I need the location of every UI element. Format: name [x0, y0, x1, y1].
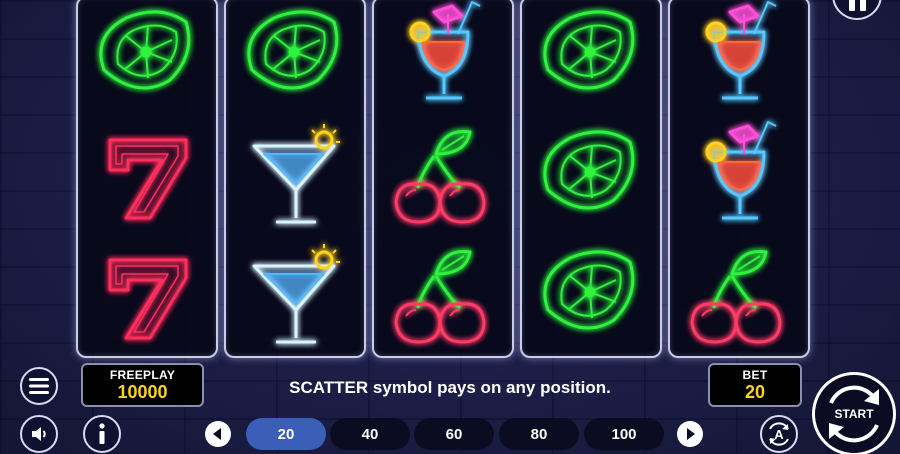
reel-2-row-1 [226, 0, 364, 116]
cocktail-symbol-icon [705, 1, 777, 100]
reel-2-row-2 [226, 118, 364, 236]
start-label: START [834, 407, 874, 421]
bet-option-label: 100 [611, 425, 637, 443]
bet-option-4[interactable]: 80 [499, 418, 579, 450]
reel-1-row-1 [78, 0, 216, 116]
reel-4-row-3 [522, 238, 660, 356]
menu-button[interactable] [20, 367, 58, 405]
freeplay-display: FREEPLAY 10000 [81, 363, 204, 407]
lime-symbol-icon [543, 10, 635, 90]
cherry-symbol-icon [690, 249, 782, 344]
autoplay-label: A [774, 426, 784, 442]
sound-icon [32, 427, 46, 441]
game-stage: FREEPLAY 10000 SCATTER symbol pays on an… [0, 0, 900, 454]
reel-5-row-2 [670, 118, 808, 236]
pause-icon [848, 0, 866, 11]
martini-symbol-icon [252, 124, 340, 224]
martini-symbol-icon [252, 244, 340, 344]
bet-value: 20 [744, 382, 766, 402]
game-message: SCATTER symbol pays on any position. [289, 378, 611, 397]
info-icon [99, 423, 105, 444]
bet-next-button[interactable] [677, 421, 703, 447]
bet-option-label: 40 [361, 425, 379, 443]
reel-1-row-3 [78, 238, 216, 356]
bet-option-1[interactable]: 20 [246, 418, 326, 450]
bet-option-label: 80 [530, 425, 548, 443]
bet-option-label: 60 [445, 425, 463, 443]
start-button[interactable]: START [812, 372, 896, 454]
reel-2-row-3 [226, 238, 364, 356]
freeplay-label: FREEPLAY [109, 368, 176, 382]
seven-symbol-icon [108, 138, 188, 220]
reel-4-row-1 [522, 0, 660, 116]
menu-icon [29, 378, 49, 394]
reel-3-row-3 [374, 238, 512, 356]
reel-5 [668, 0, 810, 358]
bet-prev-button[interactable] [205, 421, 231, 447]
lime-symbol-icon [543, 130, 635, 210]
bet-option-label: 20 [277, 425, 295, 443]
bet-option-2[interactable]: 40 [330, 418, 410, 450]
seven-symbol-icon [108, 258, 188, 340]
lime-symbol-icon [247, 10, 339, 90]
reel-2 [224, 0, 366, 358]
freeplay-value: 10000 [117, 382, 168, 402]
reel-3-row-1 [374, 0, 512, 116]
reel-4-row-2 [522, 118, 660, 236]
lime-symbol-icon [543, 250, 635, 330]
reel-3-row-2 [374, 118, 512, 236]
next-arrow-icon [687, 428, 695, 440]
reel-1-row-2 [78, 118, 216, 236]
reel-3 [372, 0, 514, 358]
bet-display: BET 20 [708, 363, 802, 407]
reel-4 [520, 0, 662, 358]
bet-option-5[interactable]: 100 [584, 418, 664, 450]
info-button[interactable] [83, 415, 121, 453]
lime-symbol-icon [99, 10, 191, 90]
prev-arrow-icon [213, 428, 221, 440]
pause-button[interactable] [832, 0, 882, 20]
autoplay-button[interactable]: A [760, 415, 798, 453]
bet-label: BET [742, 368, 768, 382]
cocktail-symbol-icon [705, 121, 777, 220]
reel-5-row-3 [670, 238, 808, 356]
reel-1 [76, 0, 218, 358]
cocktail-symbol-icon [409, 1, 481, 100]
sound-button[interactable] [20, 415, 58, 453]
cherry-symbol-icon [394, 249, 486, 344]
reel-5-row-1 [670, 0, 808, 116]
cherry-symbol-icon [394, 129, 486, 224]
bet-option-3[interactable]: 60 [414, 418, 494, 450]
